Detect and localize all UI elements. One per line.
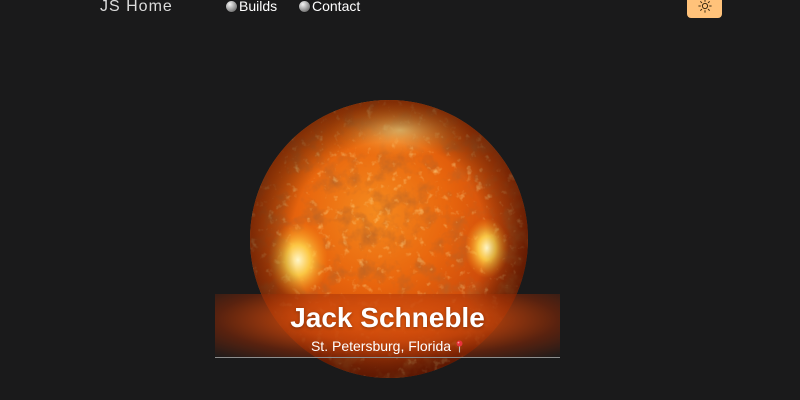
sphere-bullet-icon [299,0,310,12]
divider [215,357,560,358]
nav-link-contact[interactable]: Contact [299,0,360,14]
theme-toggle-button[interactable] [687,0,722,18]
top-nav: JS Home Builds Contact [0,0,800,20]
location-line: St. Petersburg, Florida [0,338,775,354]
map-pin-icon [456,340,463,352]
sun-icon [697,0,712,13]
page-title: Jack Schneble [290,302,485,333]
location-text: St. Petersburg, Florida [310,338,452,354]
nav-link-builds[interactable]: Builds [226,0,277,14]
nav-link-builds-label: Builds [239,0,278,14]
sphere-bullet-icon [226,0,237,12]
page: JS Home Builds Contact Jack Schneble St.… [0,0,800,400]
home-link[interactable]: JS Home [100,0,173,16]
nav-link-contact-label: Contact [312,0,361,14]
